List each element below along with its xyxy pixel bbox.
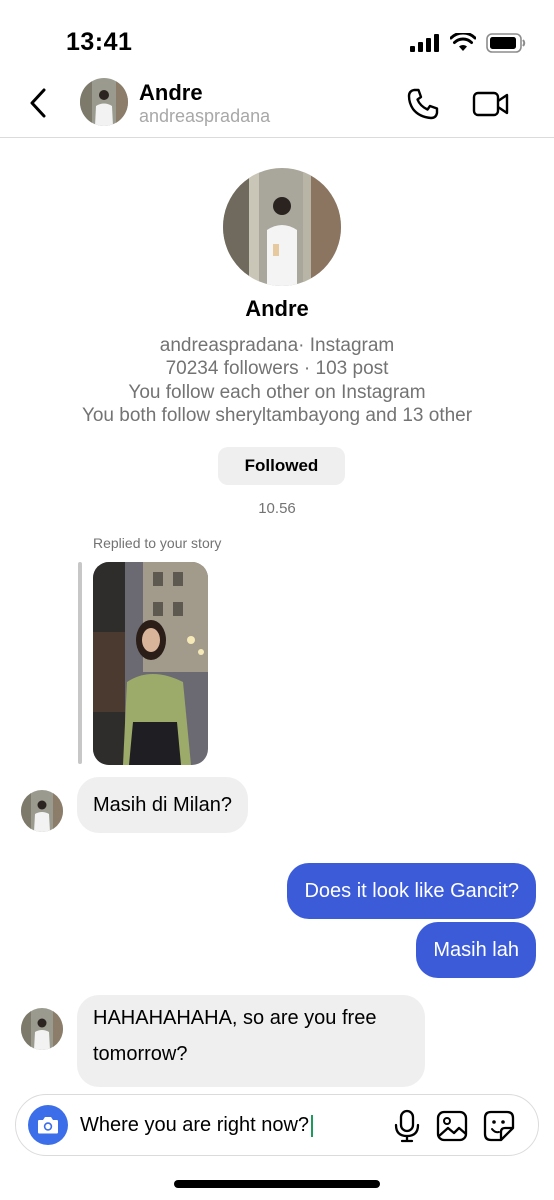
image-icon[interactable] [436,1110,468,1142]
contact-username[interactable]: andreaspradana [139,106,270,127]
phone-icon[interactable] [406,87,440,121]
outgoing-message[interactable]: Masih lah [416,922,536,978]
message-input-text: Where you are right now? [80,1114,310,1136]
message-composer: Where you are right now? [15,1094,539,1156]
avatar[interactable] [80,78,128,126]
followed-button[interactable]: Followed [218,447,345,485]
profile-source-line: andreaspradana· Instagram [159,335,395,356]
profile-stats-line: 70234 followers · 103 post [165,358,389,379]
incoming-message[interactable]: HAHAHAHAHA, so are you free tomorrow? [77,995,425,1087]
avatar[interactable] [21,790,63,832]
story-thumbnail[interactable] [93,562,208,765]
story-reply-bar [78,562,82,764]
status-icons [410,33,526,53]
cellular-signal-icon [410,34,439,52]
profile-avatar[interactable] [223,168,341,286]
home-indicator[interactable] [174,1180,380,1188]
avatar[interactable] [21,1008,63,1050]
video-camera-icon[interactable] [472,89,510,119]
profile-name: Andre [245,296,309,321]
chat-header: Andre andreaspradana [0,70,554,138]
outgoing-message[interactable]: Does it look like Gancit? [287,863,536,919]
message-timestamp: 10.56 [258,500,296,517]
camera-icon [38,1117,58,1134]
wifi-icon [450,33,476,51]
status-time: 13:41 [66,28,133,56]
text-caret [311,1114,313,1137]
microphone-icon[interactable] [394,1109,420,1143]
profile-mutual-line: You follow each other on Instagram [128,382,426,403]
chevron-left-icon[interactable] [24,86,54,120]
contact-name[interactable]: Andre [139,80,203,106]
profile-common-followers-line: You both follow sheryltambayong and 13 o… [81,405,473,426]
camera-button[interactable] [28,1105,68,1145]
sticker-icon[interactable] [483,1110,515,1142]
battery-icon [486,33,526,53]
incoming-message[interactable]: Masih di Milan? [77,777,248,833]
story-reply-label: Replied to your story [93,535,222,551]
status-bar: 13:41 [0,0,554,70]
message-input[interactable]: Where you are right now? [80,1109,313,1141]
